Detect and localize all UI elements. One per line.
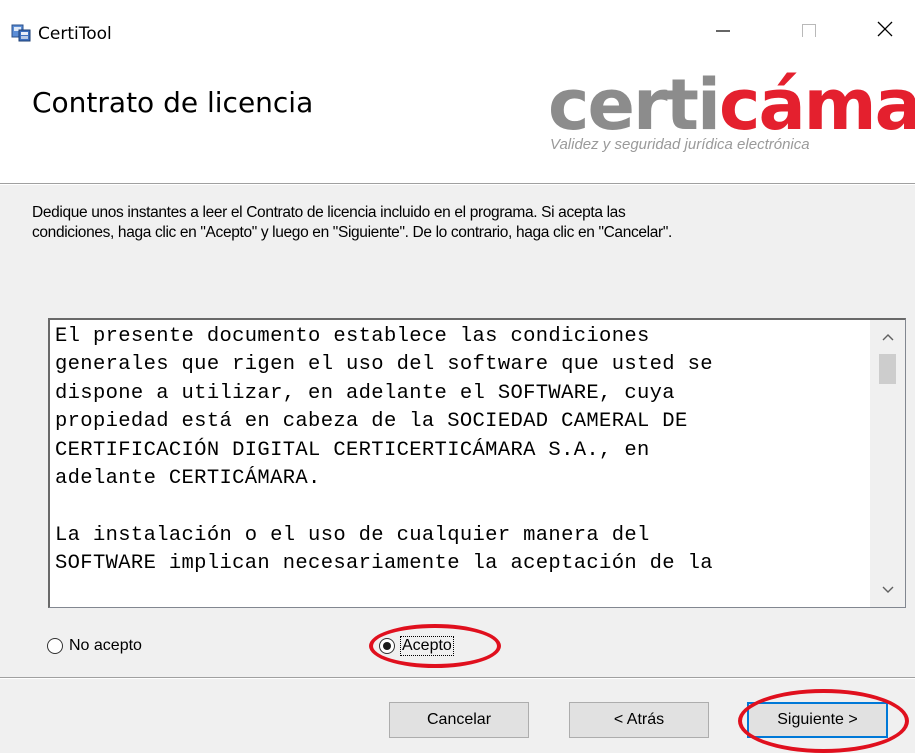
license-textbox[interactable]: El presente documento establece las cond…	[48, 318, 906, 608]
cancel-button[interactable]: Cancelar	[389, 702, 529, 738]
logo-tagline: Validez y seguridad jurídica electrónica	[550, 136, 810, 153]
header-divider	[0, 183, 915, 185]
header-banner: Contrato de licencia certicámara. Valide…	[0, 48, 915, 183]
vertical-scrollbar[interactable]	[870, 320, 905, 607]
license-line	[55, 493, 870, 521]
license-line: CERTIFICACIÓN DIGITAL CERTICERTICÁMARA S…	[55, 438, 650, 462]
close-icon	[876, 20, 894, 43]
radio-no-accept-label[interactable]: No acepto	[69, 637, 142, 655]
radio-circle[interactable]	[47, 638, 63, 654]
window-title: CertiTool	[38, 24, 112, 44]
scroll-thumb[interactable]	[879, 354, 896, 384]
radio-accept[interactable]: Acepto	[379, 634, 454, 658]
footer-divider	[0, 677, 915, 679]
next-button[interactable]: Siguiente >	[747, 702, 888, 738]
instructions-text: Dedique unos instantes a leer el Contrat…	[32, 203, 912, 243]
scroll-up-button[interactable]	[870, 320, 905, 354]
license-line: adelante CERTICÁMARA.	[55, 467, 321, 491]
back-button[interactable]: < Atrás	[569, 702, 709, 738]
radio-no-accept[interactable]: No acepto	[47, 634, 142, 658]
minimize-button[interactable]	[700, 14, 746, 48]
logo-part-certi: certi	[548, 70, 721, 146]
radio-circle[interactable]	[379, 638, 395, 654]
maximize-button[interactable]	[786, 14, 832, 48]
chevron-up-icon	[882, 328, 894, 346]
license-line: dispone a utilizar, en adelante el SOFTW…	[55, 381, 675, 405]
title-bar: CertiTool	[0, 0, 915, 48]
close-button[interactable]	[862, 14, 908, 48]
chevron-down-icon	[882, 581, 894, 599]
instructions-line: Dedique unos instantes a leer el Contrat…	[32, 204, 626, 221]
certicamara-logo: certicámara. Validez y seguridad jurídic…	[548, 70, 915, 162]
scroll-down-button[interactable]	[870, 573, 905, 607]
logo-part-camara: cámara.	[718, 70, 915, 146]
license-line: El presente documento establece las cond…	[55, 325, 650, 348]
instructions-line: condiciones, haga clic en "Acepto" y lue…	[32, 224, 672, 241]
license-line: SOFTWARE implican necesariamente la acep…	[55, 552, 713, 576]
radio-accept-label[interactable]: Acepto	[400, 636, 454, 656]
license-line: La instalación o el uso de cualquier man…	[55, 523, 650, 547]
minimize-icon	[715, 21, 731, 42]
license-text: El presente documento establece las cond…	[55, 323, 870, 579]
app-icon	[11, 22, 31, 42]
license-line: generales que rigen el uso del software …	[55, 353, 713, 377]
radio-selected-dot	[383, 642, 391, 650]
page-title: Contrato de licencia	[32, 86, 314, 119]
license-line: propiedad está en cabeza de la SOCIEDAD …	[55, 410, 688, 434]
maximize-icon	[801, 21, 817, 42]
